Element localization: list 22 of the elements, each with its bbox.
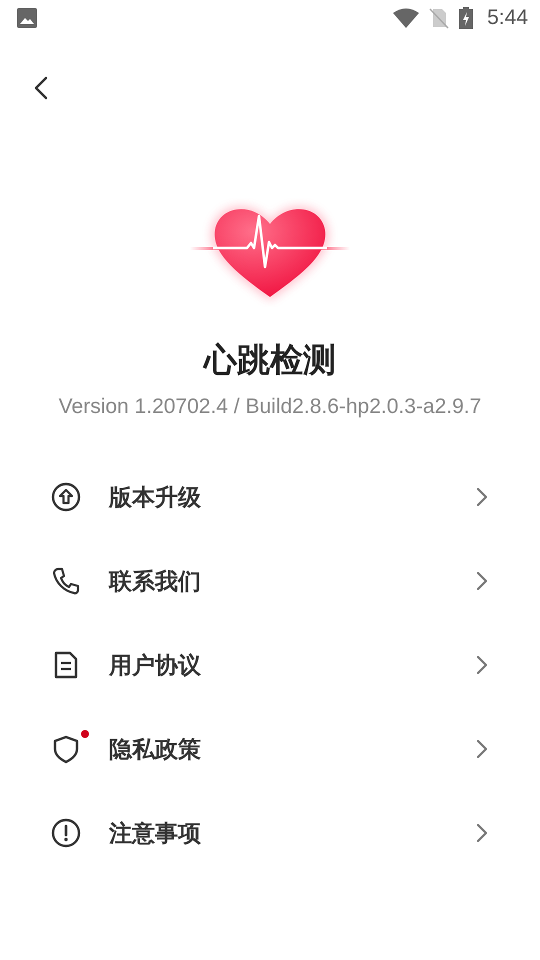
battery-icon [459, 7, 474, 29]
version-text: Version 1.20702.4 / Build2.8.6-hp2.0.3-a2.9.7 [58, 395, 482, 419]
menu-item[interactable]: 版本升级 [0, 455, 540, 539]
chevron-icon [476, 823, 488, 843]
chevron-icon [476, 739, 488, 759]
upgrade-icon [51, 482, 81, 512]
menu-item[interactable]: 用户协议 [0, 623, 540, 707]
phone-icon [51, 566, 81, 596]
no-sim-icon [429, 7, 450, 29]
image-icon [17, 8, 37, 28]
chevron-icon [476, 487, 488, 507]
app-title: 心跳检测 [204, 339, 336, 381]
wifi-icon [393, 8, 420, 28]
alert-icon [51, 818, 81, 848]
chevron-icon [476, 655, 488, 675]
chevron-icon [476, 571, 488, 591]
back-icon[interactable] [34, 76, 48, 100]
menu-item[interactable]: 隐私政策 [0, 707, 540, 791]
clock-time: 5:44 [487, 6, 528, 30]
menu-item[interactable]: 注意事项 [0, 791, 540, 875]
menu-item[interactable]: 联系我们 [0, 539, 540, 623]
shield-icon [51, 734, 81, 764]
